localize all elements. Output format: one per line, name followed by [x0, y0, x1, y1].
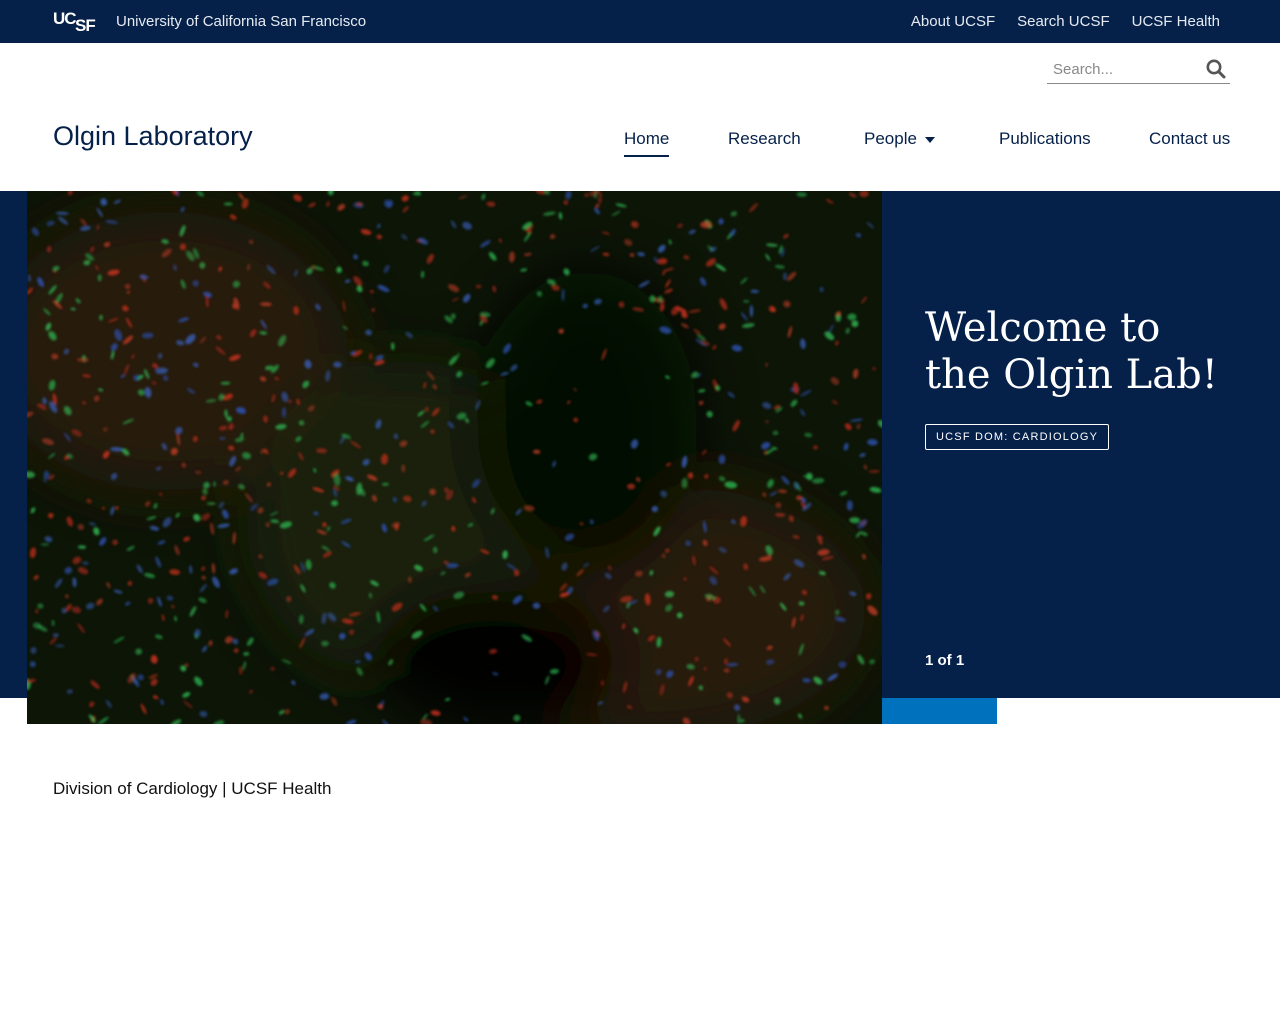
- nav-contact-us[interactable]: Contact us: [1149, 129, 1230, 149]
- microscopy-speck: [700, 221, 712, 229]
- university-name[interactable]: University of California San Francisco: [116, 13, 366, 30]
- search-ucsf-link[interactable]: Search UCSF: [1017, 13, 1110, 30]
- ucsf-logo[interactable]: UC SF: [53, 8, 103, 32]
- nav-research[interactable]: Research: [728, 129, 801, 149]
- microscopy-speck: [124, 284, 131, 289]
- microscopy-speck: [846, 500, 853, 511]
- search-input[interactable]: [1047, 56, 1197, 82]
- nav-home[interactable]: Home: [624, 129, 670, 157]
- site-search: [1047, 56, 1230, 84]
- caret-down-icon: [924, 136, 935, 143]
- hero-title-line-1: Welcome to: [925, 305, 1161, 351]
- category-tag-button[interactable]: UCSF DOM: CARDIOLOGY: [925, 424, 1110, 450]
- microscopy-speck: [813, 445, 818, 450]
- utility-bar: UC SF University of California San Franc…: [0, 0, 1280, 43]
- nav-people[interactable]: People: [864, 129, 935, 149]
- nav-people-label: People: [864, 129, 917, 148]
- microscopy-speck: [749, 304, 754, 318]
- hero-title: Welcome to the Olgin Lab!: [925, 305, 1245, 399]
- svg-text:UC: UC: [53, 9, 76, 28]
- svg-text:SF: SF: [75, 16, 95, 32]
- main-nav: Home Research People Publications Contac…: [0, 129, 1280, 161]
- search-button[interactable]: [1204, 57, 1228, 81]
- slide-counter: 1 of 1: [925, 652, 965, 669]
- utility-links: About UCSF Search UCSF UCSF Health: [911, 13, 1220, 30]
- microscopy-speck: [321, 640, 329, 647]
- nav-publications[interactable]: Publications: [999, 129, 1091, 149]
- division-text: Division of Cardiology | UCSF Health: [53, 779, 332, 798]
- microscopy-speck: [206, 502, 216, 505]
- ucsf-health-link[interactable]: UCSF Health: [1132, 13, 1220, 30]
- microscopy-image: [27, 191, 882, 724]
- about-ucsf-link[interactable]: About UCSF: [911, 13, 995, 30]
- hero-image: [27, 191, 882, 724]
- microscopy-speck: [223, 202, 233, 206]
- hero-title-line-2: the Olgin Lab!: [925, 352, 1218, 398]
- hero-accent-bar: [882, 698, 997, 724]
- magnifier-icon: [1206, 59, 1226, 79]
